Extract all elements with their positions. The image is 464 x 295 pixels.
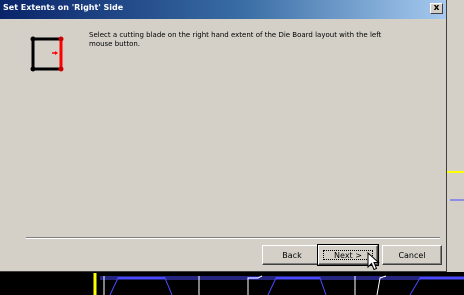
dialog-titlebar[interactable]: Set Extents on 'Right' Side x <box>0 0 446 19</box>
right-side-extent-icon <box>30 36 64 72</box>
instruction-text: Select a cutting blade on the right hand… <box>89 31 382 48</box>
cancel-button-label: Cancel <box>398 250 426 260</box>
cancel-button[interactable]: Cancel <box>382 245 442 265</box>
mouse-pointer-icon <box>367 252 380 271</box>
set-extents-dialog: Set Extents on 'Right' Side x Select a c… <box>0 0 447 272</box>
dialog-title: Set Extents on 'Right' Side <box>3 3 124 12</box>
close-icon: x <box>433 3 440 13</box>
back-button[interactable]: Back <box>262 245 322 265</box>
close-button[interactable]: x <box>430 3 443 14</box>
focus-ring <box>323 250 373 260</box>
button-separator <box>26 237 440 239</box>
back-button-label: Back <box>282 250 302 260</box>
